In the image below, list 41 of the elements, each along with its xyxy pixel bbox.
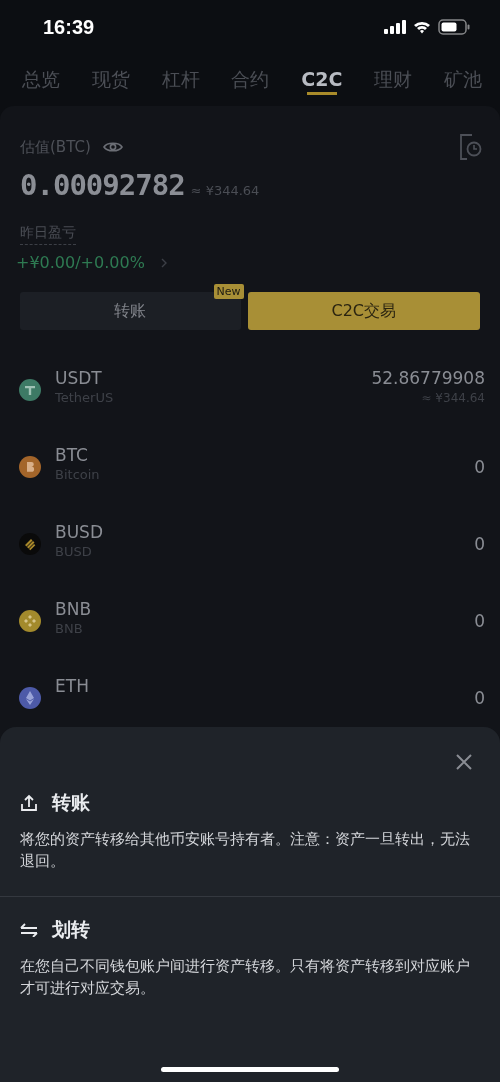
balance-fiat: ≈ ¥344.64 <box>190 183 260 198</box>
signal-icon <box>384 20 406 34</box>
tab[interactable]: 合约 <box>227 54 274 98</box>
asset-amount: 0 <box>474 611 485 631</box>
swap-icon <box>20 923 38 937</box>
coin-icon <box>19 610 41 632</box>
estimate-label: 估值(BTC) <box>20 137 91 157</box>
eye-icon <box>102 140 123 154</box>
coin-icon <box>19 533 41 555</box>
chevron-icon[interactable] <box>160 257 167 268</box>
option-description: 将您的资产转移给其他币安账号持有者。注意：资产一旦转出，无法退回。 <box>20 829 471 872</box>
tab[interactable]: 杠杆 <box>157 54 204 98</box>
option-title[interactable]: 转账 <box>52 790 90 816</box>
option-title[interactable]: 划转 <box>52 917 90 943</box>
asset-symbol: ETH <box>55 676 89 696</box>
tab[interactable]: 理财 <box>370 54 417 98</box>
coin-icon <box>19 456 41 478</box>
upload-icon <box>20 794 38 812</box>
asset-amount: 0 <box>474 688 485 708</box>
asset-symbol: BNB <box>55 599 92 619</box>
history-icon[interactable] <box>458 134 482 160</box>
asset-amount: 0 <box>474 457 485 477</box>
tab[interactable]: 总览 <box>18 54 64 98</box>
status-time: 16:39 <box>43 15 95 39</box>
option-description: 在您自己不同钱包账户间进行资产转移。只有将资产转移到对应账户才可进行对应交易。 <box>20 956 471 999</box>
asset-symbol: BTC <box>55 445 89 465</box>
pnl-value: +¥0.00/+0.00% <box>16 253 145 272</box>
wifi-icon <box>413 20 431 34</box>
close-icon[interactable] <box>456 754 472 770</box>
tab[interactable]: 矿池 <box>440 54 486 98</box>
asset-amount: 0 <box>474 534 485 554</box>
coin-icon <box>19 379 41 401</box>
new-badge: New <box>213 284 244 299</box>
tab[interactable]: 现货 <box>87 54 134 98</box>
battery-icon <box>438 19 470 35</box>
asset-symbol: BUSD <box>55 522 103 542</box>
c2c-trade-button[interactable]: C2C交易 <box>247 292 480 330</box>
asset-amount: 52.86779908 <box>371 368 485 388</box>
asset-symbol: USDT <box>55 368 103 388</box>
balance-value: 0.00092782 <box>20 168 185 202</box>
coin-icon <box>19 687 41 709</box>
